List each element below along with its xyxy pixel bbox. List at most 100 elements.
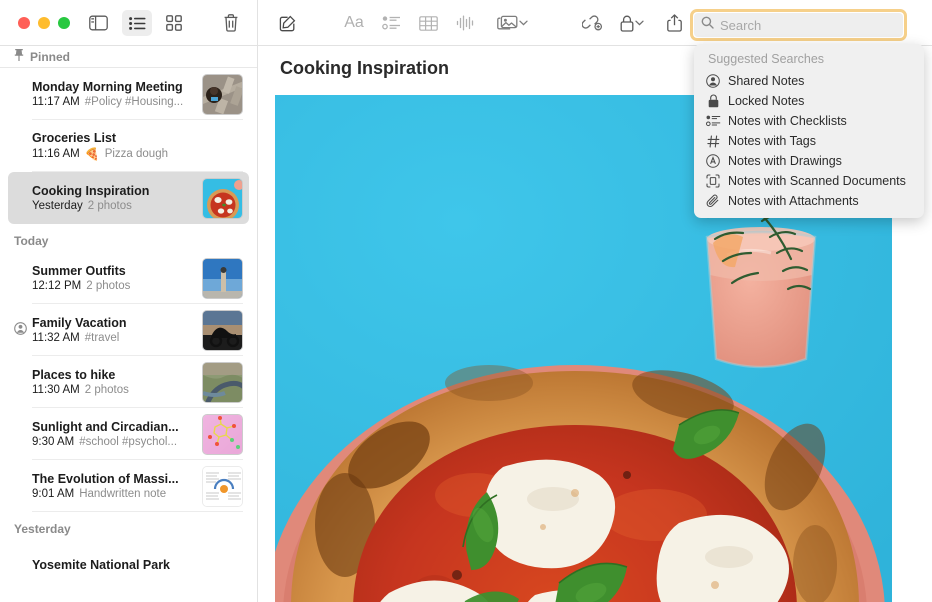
share-button[interactable]	[659, 10, 689, 36]
note-row[interactable]: Sunlight and Circadian... 9:30 AM #schoo…	[8, 408, 249, 460]
note-title: Monday Morning Meeting	[32, 80, 202, 94]
note-title: Cooking Inspiration	[32, 184, 202, 198]
note-snippet: Handwritten note	[79, 488, 166, 500]
table-icon	[419, 16, 438, 31]
menu-item-notes-with-attachments[interactable]: Notes with Attachments	[694, 191, 924, 211]
menu-item-notes-with-tags[interactable]: Notes with Tags	[694, 131, 924, 151]
note-time: 11:30 AM	[32, 384, 80, 396]
shared-note-icon	[14, 322, 27, 335]
checklist-button[interactable]	[376, 10, 406, 36]
note-title: Sunlight and Circadian...	[32, 420, 202, 434]
list-view-button[interactable]	[122, 10, 152, 36]
note-snippet: 2 photos	[86, 280, 130, 292]
menu-item-label: Notes with Drawings	[728, 154, 842, 168]
table-button[interactable]	[413, 10, 443, 36]
menu-item-label: Notes with Checklists	[728, 114, 847, 128]
note-thumbnail	[202, 362, 243, 403]
checklist-icon	[382, 16, 401, 30]
note-title: Yosemite National Park	[32, 558, 243, 572]
note-time: 11:32 AM	[32, 332, 80, 344]
gallery-view-icon	[166, 15, 182, 31]
toolbar: Aa	[0, 0, 932, 46]
menu-item-notes-with-scanned-documents[interactable]: Notes with Scanned Documents	[694, 171, 924, 191]
section-header-pinned: Pinned	[0, 46, 257, 68]
search-icon	[701, 16, 714, 34]
note-title: The Evolution of Massi...	[32, 472, 202, 486]
menu-item-shared-notes[interactable]: Shared Notes	[694, 71, 924, 91]
compose-note-button[interactable]	[272, 10, 302, 36]
menu-item-label: Locked Notes	[728, 94, 804, 108]
list-view-icon	[129, 17, 146, 30]
person-circle-icon	[705, 73, 721, 89]
traffic-lights	[18, 17, 70, 29]
notes-window: Aa	[0, 0, 932, 602]
note-thumbnail	[202, 258, 243, 299]
note-thumbnail	[202, 414, 243, 455]
chevron-down-icon	[519, 20, 528, 26]
note-time: 11:16 AM	[32, 148, 80, 160]
note-row[interactable]: Places to hike 11:30 AM 2 photos	[8, 356, 249, 408]
paperclip-icon	[705, 193, 721, 209]
note-row-selected[interactable]: Cooking Inspiration Yesterday 2 photos	[8, 172, 249, 224]
section-label: Yesterday	[14, 522, 71, 536]
note-row[interactable]: Groceries List 11:16 AM 🍕 Pizza dough	[8, 120, 249, 172]
gallery-view-button[interactable]	[159, 10, 189, 36]
menu-item-locked-notes[interactable]: Locked Notes	[694, 91, 924, 111]
share-icon	[667, 14, 682, 32]
media-button[interactable]	[492, 10, 532, 36]
menu-item-notes-with-checklists[interactable]: Notes with Checklists	[694, 111, 924, 131]
search-field[interactable]	[690, 9, 907, 41]
notes-list-sidebar[interactable]: Pinned Monday Morning Meeting 11:17 AM #…	[0, 46, 257, 602]
pin-icon	[14, 49, 24, 64]
suggested-searches-menu[interactable]: Suggested Searches Shared Notes Locked N…	[694, 44, 924, 218]
note-thumbnail	[202, 310, 243, 351]
chevron-down-icon	[635, 20, 644, 26]
drawing-circle-icon	[705, 153, 721, 169]
lock-icon	[705, 93, 721, 109]
compose-icon	[279, 15, 296, 32]
media-icon	[497, 15, 518, 31]
minimize-button[interactable]	[38, 17, 50, 29]
note-row[interactable]: Yosemite National Park	[8, 540, 249, 592]
hash-icon	[705, 133, 721, 149]
note-thumbnail	[202, 74, 243, 115]
scan-document-icon	[705, 173, 721, 189]
lock-button[interactable]	[614, 10, 650, 36]
section-label: Pinned	[30, 50, 70, 64]
note-row[interactable]: Family Vacation 11:32 AM #travel	[8, 304, 249, 356]
section-header-yesterday: Yesterday	[0, 512, 257, 540]
note-time: 9:01 AM	[32, 488, 74, 500]
collaborate-button[interactable]	[577, 10, 607, 36]
menu-item-notes-with-drawings[interactable]: Notes with Drawings	[694, 151, 924, 171]
close-button[interactable]	[18, 17, 30, 29]
section-header-today: Today	[0, 224, 257, 252]
note-time: 9:30 AM	[32, 436, 74, 448]
suggested-searches-header: Suggested Searches	[694, 49, 924, 71]
pizza-emoji-icon: 🍕	[85, 147, 100, 161]
note-row[interactable]: Monday Morning Meeting 11:17 AM #Policy …	[8, 68, 249, 120]
note-row[interactable]: Summer Outfits 12:12 PM 2 photos	[8, 252, 249, 304]
collaborate-icon	[582, 15, 603, 31]
sidebar-toggle-icon	[89, 15, 108, 31]
menu-item-label: Notes with Tags	[728, 134, 816, 148]
note-row[interactable]: The Evolution of Massi... 9:01 AM Handwr…	[8, 460, 249, 512]
note-thumbnail	[202, 466, 243, 507]
note-time: Yesterday	[32, 200, 83, 212]
audio-waveform-icon	[456, 15, 475, 31]
note-snippet: #Policy #Housing...	[85, 96, 183, 108]
section-label: Today	[14, 234, 48, 248]
note-snippet: #school #psychol...	[79, 436, 177, 448]
audio-button[interactable]	[450, 10, 480, 36]
format-button[interactable]: Aa	[337, 10, 371, 36]
checklist-icon	[705, 113, 721, 129]
search-input[interactable]	[720, 18, 890, 33]
trash-icon	[223, 14, 239, 32]
sidebar-toggle-button[interactable]	[83, 10, 113, 36]
menu-item-label: Shared Notes	[728, 74, 804, 88]
note-title: Family Vacation	[32, 316, 202, 330]
note-snippet: #travel	[85, 332, 120, 344]
delete-note-button[interactable]	[216, 10, 246, 36]
maximize-button[interactable]	[58, 17, 70, 29]
menu-item-label: Notes with Attachments	[728, 194, 859, 208]
note-snippet: 2 photos	[85, 384, 129, 396]
